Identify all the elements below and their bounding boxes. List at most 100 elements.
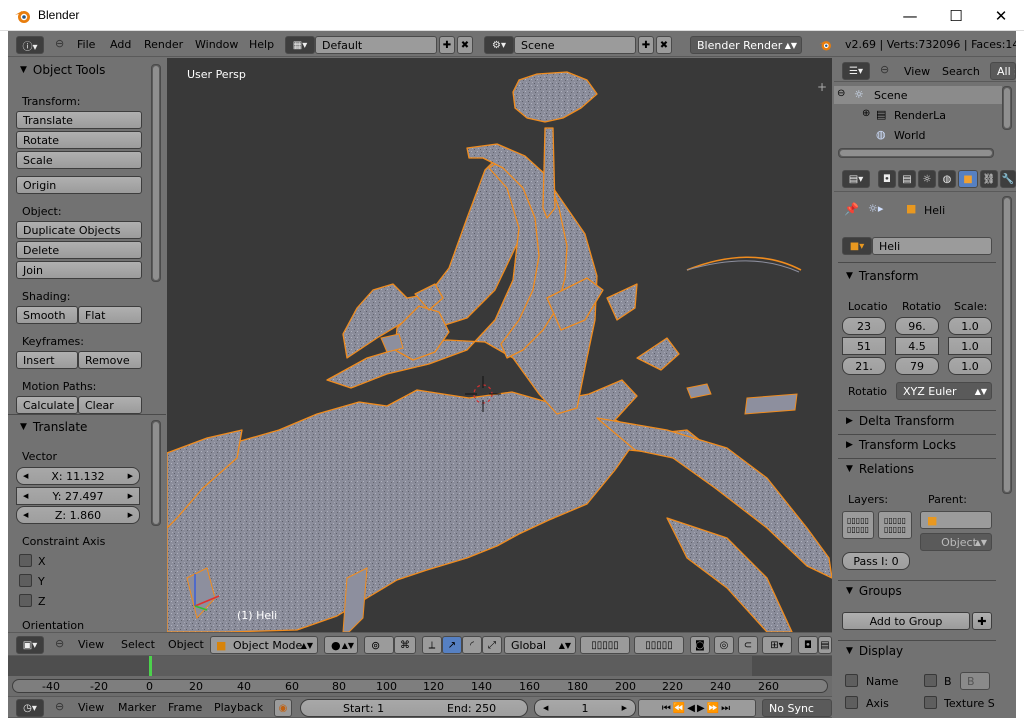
add-to-group-button[interactable]: Add to Group — [842, 612, 970, 630]
pass-index-field[interactable]: Pass I: 0 — [842, 552, 910, 570]
scrollbar-thumb[interactable] — [1004, 198, 1010, 492]
object-browse-icon[interactable]: ■▾ — [842, 237, 872, 255]
menu-file[interactable]: File — [77, 38, 95, 51]
layer-lock-icon[interactable]: ◙ — [690, 636, 710, 654]
panel-delta-transform-header[interactable]: ▶ Delta Transform — [846, 414, 954, 428]
panel-groups-header[interactable]: ▼ Groups — [846, 584, 902, 598]
outliner-row-world[interactable]: ◍ World — [834, 126, 1002, 144]
scene-layers-grid-2[interactable]: ▯▯▯▯▯ — [634, 636, 684, 654]
increment-arrow-icon[interactable]: ▶ — [128, 472, 133, 480]
tool-shelf-scrollbar[interactable] — [151, 64, 161, 282]
snap-magnet-icon[interactable]: ⊂ — [738, 636, 758, 654]
timeline-track[interactable] — [8, 656, 832, 676]
panel-transform-header[interactable]: ▼ Transform — [846, 269, 919, 283]
manipulator-toggle-icon[interactable]: ⟂ — [422, 636, 442, 654]
collapse-menu-icon[interactable]: ⊖ — [55, 700, 64, 713]
join-button[interactable]: Join — [16, 261, 142, 279]
3d-viewport[interactable]: User Persp (1) Heli + — [167, 58, 832, 632]
vector-y-field[interactable]: ◀ Y: 27.497 ▶ — [16, 487, 140, 505]
clear-button[interactable]: Clear — [78, 396, 142, 414]
object-name-field[interactable]: Heli — [872, 237, 992, 255]
collapse-toggle-icon[interactable]: ⊖ — [837, 88, 845, 99]
rotate-manipulator-icon[interactable]: ◜ — [462, 636, 482, 654]
collapse-menu-icon[interactable]: ⊖ — [880, 63, 889, 76]
add-group-icon[interactable]: ✚ — [972, 612, 992, 630]
duplicate-objects-button[interactable]: Duplicate Objects — [16, 221, 142, 239]
editor-type-timeline-button[interactable]: ◷▾ — [16, 699, 44, 717]
remove-keyframe-button[interactable]: Remove — [78, 351, 142, 369]
heli-mesh-scan[interactable] — [167, 58, 832, 632]
scrollbar-thumb[interactable] — [1004, 88, 1010, 128]
maximize-button[interactable]: ☐ — [933, 0, 979, 31]
timeline-ruler[interactable]: -40 -20 0 20 40 60 80 100 120 140 160 18… — [8, 676, 832, 698]
rotation-y-field[interactable]: 4.5 — [895, 337, 939, 355]
add-layout-icon[interactable]: ✚ — [439, 36, 455, 54]
increment-arrow-icon[interactable]: ▶ — [128, 511, 133, 519]
pivot-point-dropdown[interactable]: ⊚ — [364, 636, 394, 654]
world-tab-icon[interactable]: ◍ — [938, 170, 956, 188]
display-texture-space-checkbox[interactable] — [924, 696, 937, 709]
playback-icons[interactable]: ⏮⏪◀▶⏩⏭ — [662, 703, 732, 714]
menu-frame[interactable]: Frame — [168, 701, 202, 714]
render-layers-tab-icon[interactable]: ▤ — [898, 170, 916, 188]
panel-object-tools-header[interactable]: ▼ Object Tools — [20, 63, 105, 77]
scale-button[interactable]: Scale — [16, 151, 142, 169]
constraints-tab-icon[interactable]: ⛓ — [980, 170, 998, 188]
menu-select[interactable]: Select — [121, 638, 155, 651]
constraint-z-checkbox[interactable] — [19, 594, 32, 607]
outliner[interactable]: ☰▾ ⊖ View Search All S ⊖ ☼ Scene ⊕ ▤ Ren… — [834, 58, 1016, 164]
panel-display-header[interactable]: ▼ Display — [846, 644, 903, 658]
outliner-row-renderlayers[interactable]: ⊕ ▤ RenderLa — [834, 106, 1002, 124]
menu-view[interactable]: View — [904, 65, 930, 78]
vector-z-field[interactable]: ◀ Z: 1.860 ▶ — [16, 506, 140, 524]
current-frame-marker[interactable] — [149, 656, 152, 676]
scrollbar-thumb[interactable] — [153, 66, 159, 280]
parent-type-dropdown[interactable]: Object ▲▼ — [920, 533, 992, 551]
editor-type-info-button[interactable]: ⓘ▾ — [16, 36, 44, 54]
scene-field[interactable]: Scene — [514, 36, 636, 54]
proportional-edit-icon[interactable]: ◎ — [714, 636, 734, 654]
decrement-arrow-icon[interactable]: ◀ — [23, 511, 28, 519]
editor-type-properties-button[interactable]: ▤▾ — [842, 170, 870, 188]
object-layers-grid-2[interactable]: ▯▯▯▯▯ ▯▯▯▯▯ — [878, 511, 912, 539]
render-engine-dropdown[interactable]: Blender Render ▲▼ — [690, 36, 802, 54]
menu-view[interactable]: View — [78, 638, 104, 651]
snap-element-icon[interactable]: ⊞▾ — [762, 636, 792, 654]
scrollbar-thumb[interactable] — [153, 422, 159, 524]
menu-search[interactable]: Search — [942, 65, 980, 78]
scene-tab-icon[interactable]: ☼ — [918, 170, 936, 188]
editor-type-outliner-button[interactable]: ☰▾ — [842, 62, 870, 80]
viewport-shading-dropdown[interactable]: ● ▲▼ — [324, 636, 358, 654]
current-frame-field[interactable]: ◀ 1 ▶ — [534, 699, 636, 717]
pin-icon[interactable]: 📌 — [844, 202, 859, 216]
vector-x-field[interactable]: ◀ X: 11.132 ▶ — [16, 467, 140, 485]
rotation-mode-dropdown[interactable]: XYZ Euler ▲▼ — [896, 382, 992, 400]
expand-toggle-icon[interactable]: ⊕ — [862, 108, 870, 119]
rotate-button[interactable]: Rotate — [16, 131, 142, 149]
timeline-scrollbar[interactable] — [12, 679, 828, 693]
add-scene-icon[interactable]: ✚ — [638, 36, 654, 54]
object-layers-grid-1[interactable]: ▯▯▯▯▯ ▯▯▯▯▯ — [842, 511, 874, 539]
properties-scrollbar[interactable] — [1002, 196, 1012, 494]
calculate-button[interactable]: Calculate — [16, 396, 78, 414]
constraint-y-checkbox[interactable] — [19, 574, 32, 587]
panel-translate-header[interactable]: ▼ Translate — [20, 420, 87, 434]
minimize-button[interactable]: — — [887, 0, 933, 31]
display-b-dropdown[interactable]: B — [960, 672, 990, 690]
modifiers-tab-icon[interactable]: 🔧 — [1000, 170, 1016, 188]
screen-layout-icon[interactable]: ▦▾ — [285, 36, 315, 54]
translate-button[interactable]: Translate — [16, 111, 142, 129]
flat-button[interactable]: Flat — [78, 306, 142, 324]
constraint-x-checkbox[interactable] — [19, 554, 32, 567]
menu-add[interactable]: Add — [110, 38, 131, 51]
display-mode-dropdown[interactable]: All S — [990, 62, 1016, 80]
object-tab-icon[interactable]: ■ — [958, 170, 978, 188]
display-name-checkbox[interactable] — [845, 674, 858, 687]
close-button[interactable]: ✕ — [978, 0, 1024, 31]
menu-playback[interactable]: Playback — [214, 701, 263, 714]
sync-mode-dropdown[interactable]: No Sync — [762, 699, 832, 717]
outliner-h-scrollbar[interactable] — [838, 148, 994, 158]
manipulator-icon[interactable]: ⌘ — [394, 636, 416, 654]
editor-type-3d-button[interactable]: ▣▾ — [16, 636, 44, 654]
scrollbar-thumb[interactable] — [840, 150, 992, 156]
